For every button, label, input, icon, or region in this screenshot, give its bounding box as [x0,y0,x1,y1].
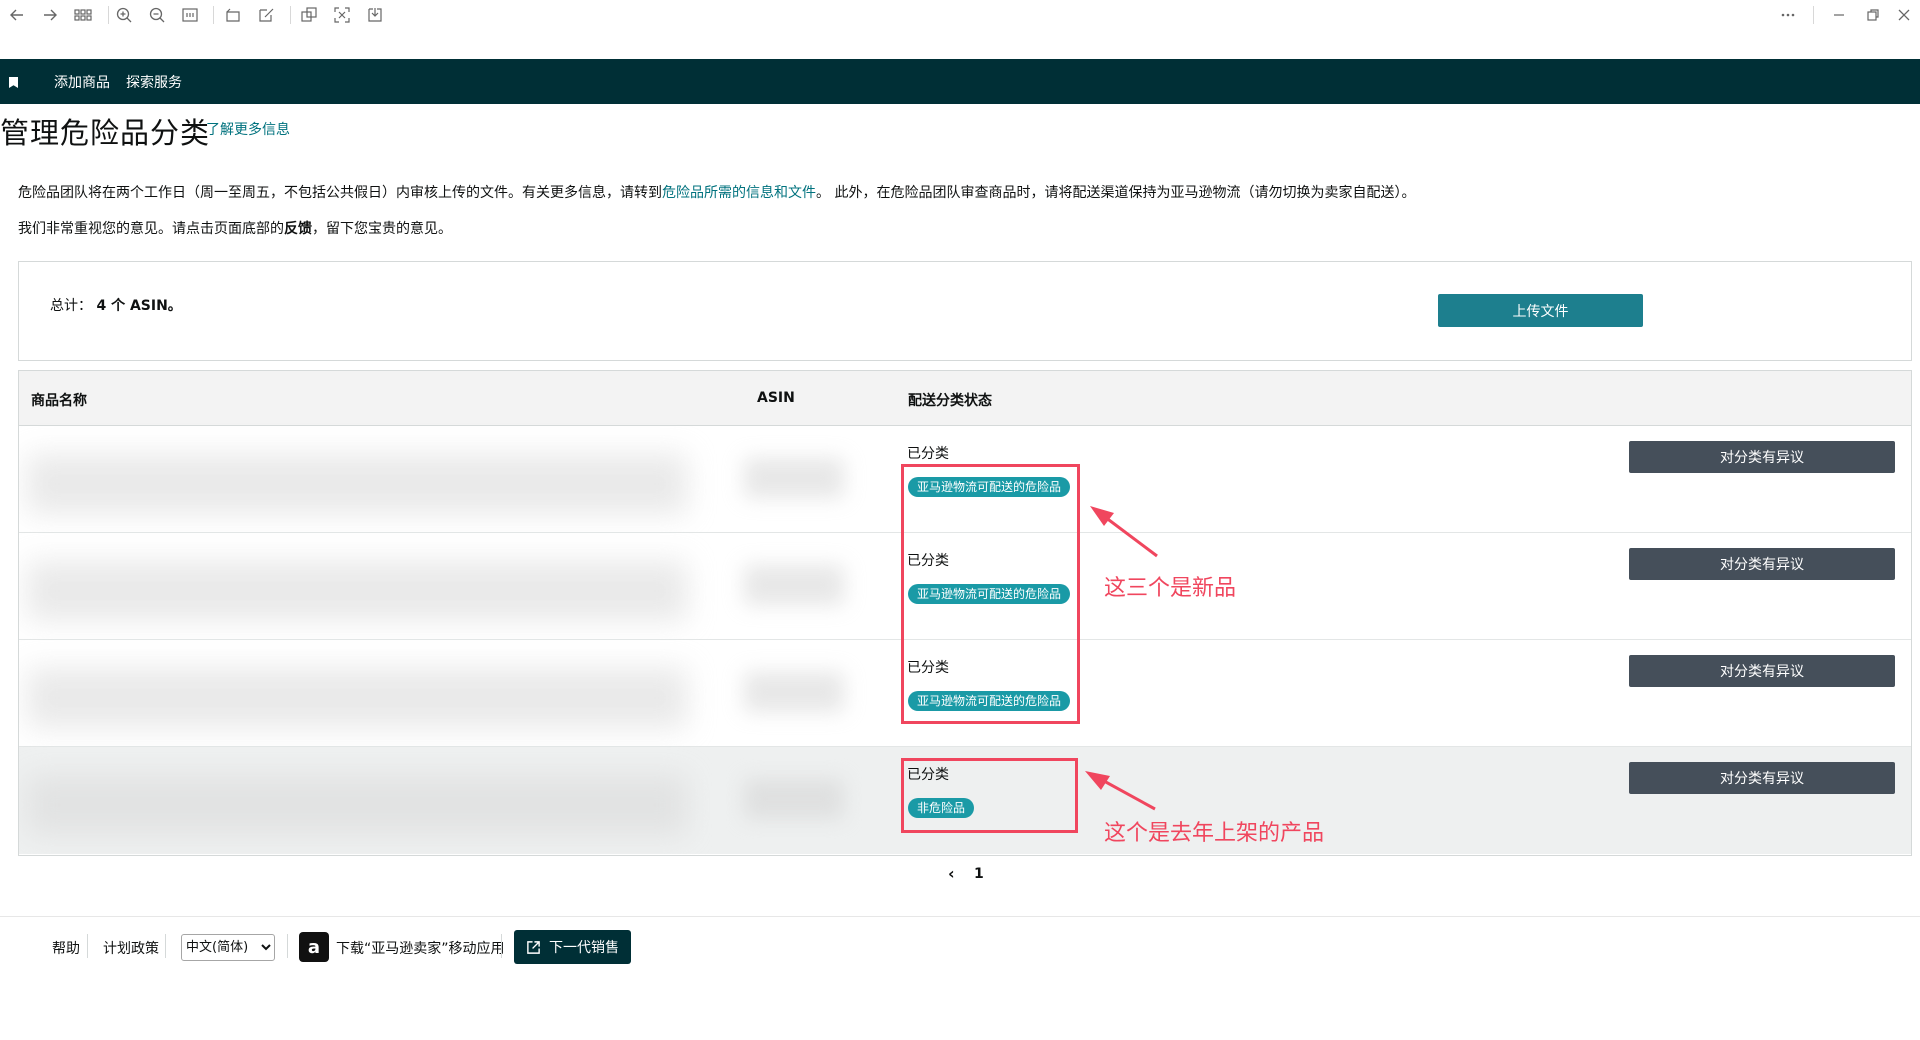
next-gen-selling-button[interactable]: 下一代销售 [514,930,631,964]
pagination-current[interactable]: 1 [974,866,984,882]
product-name-redacted [27,561,687,621]
forward-icon[interactable] [35,2,65,28]
dispute-button[interactable]: 对分类有异议 [1629,548,1895,580]
restore-icon[interactable] [1858,2,1888,28]
copy-icon[interactable] [294,2,324,28]
annotation-box-old [901,758,1078,833]
dispute-button[interactable]: 对分类有异议 [1629,762,1895,794]
asin-redacted [744,565,844,605]
col-product-name: 商品名称 [31,393,87,409]
actual-size-icon[interactable] [175,2,205,28]
learn-more-link[interactable]: 了解更多信息 [206,119,290,139]
status-text: 已分类 [907,446,949,462]
zoom-out-icon[interactable] [142,2,172,28]
col-status: 配送分类状态 [908,393,992,409]
amazon-app-icon[interactable]: a [299,932,329,962]
annotation-last-year: 这个是去年上架的产品 [1104,821,1325,846]
viewer-toolbar [0,0,1920,59]
dispute-button[interactable]: 对分类有异议 [1629,441,1895,473]
page-title: 管理危险品分类 [0,116,211,150]
asin-redacted [744,458,844,498]
close-icon[interactable] [1889,2,1919,28]
top-nav: 添加商品 探索服务 [0,59,1920,104]
annotation-box-new [901,464,1080,724]
product-name-redacted [27,668,687,728]
summary-box: 总计： 4 个 ASIN。 上传文件 [18,261,1912,361]
zoom-in-icon[interactable] [109,2,139,28]
language-select[interactable]: 中文(简体) [181,934,275,961]
footer-help[interactable]: 帮助 [52,938,80,958]
footer-divider [0,916,1920,917]
upload-file-button[interactable]: 上传文件 [1438,294,1643,327]
product-name-redacted [27,454,687,514]
footer-program-policy[interactable]: 计划政策 [103,938,159,958]
grid-icon[interactable] [68,2,98,28]
feedback-text: 反馈 [284,221,312,237]
external-link-icon [527,940,540,954]
table-header: 商品名称 ASIN 配送分类状态 [19,371,1911,426]
product-name-redacted [27,775,687,835]
annotation-new-products: 这三个是新品 [1104,576,1237,601]
dg-docs-link[interactable]: 危险品所需的信息和文件 [662,185,816,201]
info-line-1: 危险品团队将在两个工作日（周一至周五，不包括公共假日）内审核上传的文件。有关更多… [18,185,1416,201]
asin-redacted [744,672,844,712]
save-icon[interactable] [360,2,390,28]
back-icon[interactable] [2,2,32,28]
info-line-2: 我们非常重视您的意见。请点击页面底部的反馈，留下您宝贵的意见。 [18,221,452,237]
pagination-prev[interactable]: ‹ [948,864,955,883]
edit-icon[interactable] [251,2,281,28]
col-asin: ASIN [757,390,795,406]
rotate-icon[interactable] [218,2,248,28]
footer-download-app[interactable]: 下载“亚马逊卖家”移动应用 [336,938,505,958]
asin-redacted [744,779,844,819]
bookmark-icon[interactable] [9,77,18,88]
summary-total: 总计： 4 个 ASIN。 [50,298,182,314]
nav-add-product[interactable]: 添加商品 [54,72,110,92]
more-icon[interactable] [1773,2,1803,28]
dispute-button[interactable]: 对分类有异议 [1629,655,1895,687]
nav-explore-services[interactable]: 探索服务 [126,72,182,92]
fullscreen-icon[interactable] [327,2,357,28]
minimize-icon[interactable] [1824,2,1854,28]
